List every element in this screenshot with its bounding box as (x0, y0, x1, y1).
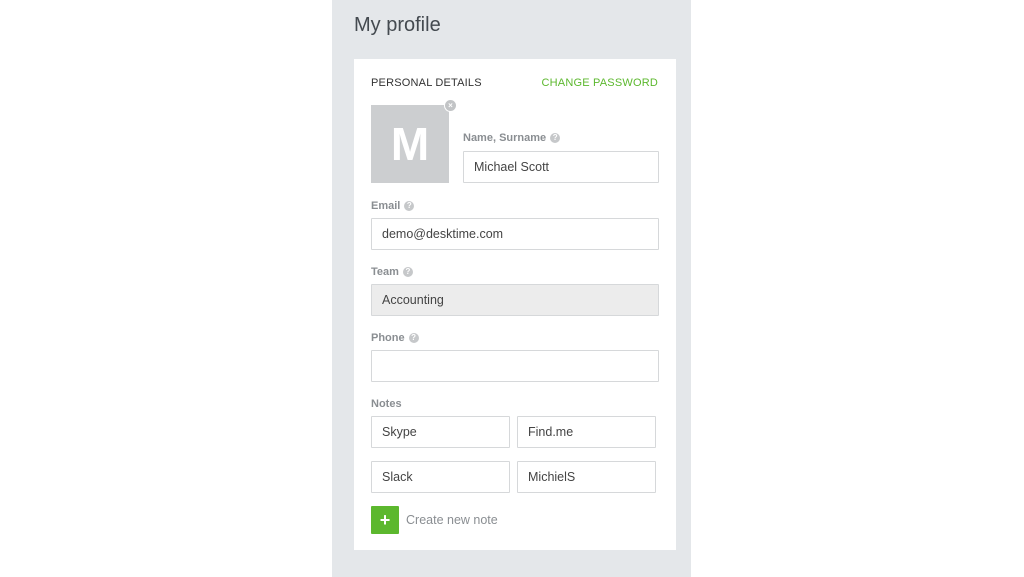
name-label-text: Name, Surname (463, 132, 547, 144)
profile-panel: My profile PERSONAL DETAILS CHANGE PASSW… (332, 0, 691, 577)
personal-details-card: PERSONAL DETAILS CHANGE PASSWORD M × Nam… (354, 59, 676, 550)
note-key: Skype (382, 425, 417, 439)
note-key-input[interactable]: Skype (371, 416, 510, 448)
plus-icon[interactable]: + (371, 506, 399, 534)
team-label-text: Team (371, 266, 399, 278)
remove-avatar-icon[interactable]: × (444, 99, 457, 112)
email-value: demo@desktime.com (382, 227, 504, 241)
help-icon[interactable]: ? (402, 267, 413, 277)
name-label: Name, Surname ? (463, 132, 561, 144)
change-password-link[interactable]: CHANGE PASSWORD (542, 77, 658, 89)
email-input[interactable]: demo@desktime.com (371, 218, 659, 250)
note-key: Slack (382, 470, 413, 484)
note-value: Find.me (528, 425, 574, 439)
notes-label: Notes (371, 398, 402, 410)
help-icon[interactable]: ? (404, 201, 415, 211)
team-input: Accounting (371, 284, 659, 316)
avatar-initial: M (390, 118, 430, 170)
name-input[interactable]: Michael Scott (463, 151, 659, 183)
team-value: Accounting (382, 293, 444, 307)
phone-label-text: Phone (371, 332, 405, 344)
notes-label-text: Notes (371, 398, 402, 410)
help-icon[interactable]: ? (550, 133, 561, 143)
create-note-label[interactable]: Create new note (406, 513, 498, 527)
avatar[interactable]: M (371, 105, 449, 183)
note-value: MichielS (528, 470, 576, 484)
section-title: PERSONAL DETAILS (371, 77, 482, 89)
email-label-text: Email (371, 200, 401, 212)
create-note-button[interactable]: + Create new note (371, 506, 498, 534)
team-label: Team ? (371, 266, 413, 278)
email-label: Email ? (371, 200, 415, 212)
name-value: Michael Scott (474, 160, 550, 174)
phone-input[interactable] (371, 350, 659, 382)
help-icon[interactable]: ? (408, 333, 419, 343)
phone-label: Phone ? (371, 332, 419, 344)
note-value-input[interactable]: MichielS (517, 461, 656, 493)
note-key-input[interactable]: Slack (371, 461, 510, 493)
note-value-input[interactable]: Find.me (517, 416, 656, 448)
page-title: My profile (354, 14, 441, 36)
